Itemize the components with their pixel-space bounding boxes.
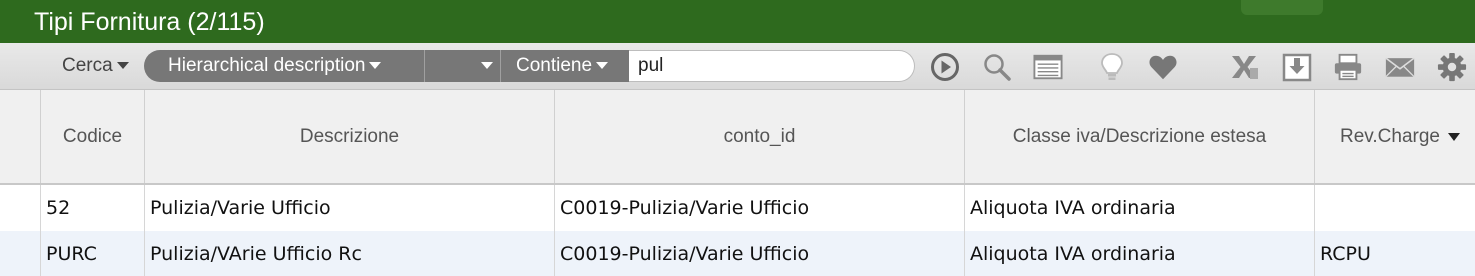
column-header-descrizione[interactable]: Descrizione <box>145 90 555 183</box>
title-bar-tab[interactable] <box>1241 0 1323 15</box>
column-header-rev-charge[interactable]: Rev.Charge <box>1315 90 1475 183</box>
header-selector[interactable] <box>0 90 41 183</box>
cell-rev-charge[interactable] <box>1315 185 1475 231</box>
search-condition-select[interactable]: Contiene <box>500 50 629 82</box>
search-operator-select[interactable] <box>424 50 500 82</box>
search-input[interactable] <box>629 50 915 82</box>
table-row[interactable]: PURC Pulizia/VArie Ufficio Rc C0019-Puli… <box>0 231 1475 276</box>
cell-classe-iva[interactable]: Aliquota IVA ordinaria <box>965 231 1315 276</box>
lightbulb-icon[interactable] <box>1097 53 1127 81</box>
search-filter-bar: Hierarchical description Contiene <box>144 50 629 82</box>
search-condition-label: Contiene <box>516 55 593 76</box>
chevron-down-icon <box>116 62 129 70</box>
cell-classe-iva[interactable]: Aliquota IVA ordinaria <box>965 185 1315 231</box>
cell-rev-charge[interactable]: RCPU <box>1315 231 1475 276</box>
table-row[interactable]: 52 Pulizia/Varie Ufficio C0019-Pulizia/V… <box>0 185 1475 231</box>
search-menu[interactable]: Cerca <box>62 54 129 78</box>
window-title: Tipi Fornitura (2/115) <box>34 8 265 36</box>
download-icon[interactable] <box>1282 53 1312 82</box>
cell-conto-id[interactable]: C0019-Pulizia/Varie Ufficio <box>555 185 965 231</box>
heart-icon[interactable] <box>1148 53 1178 81</box>
search-field-label: Hierarchical description <box>168 55 366 76</box>
list-icon[interactable] <box>1033 53 1063 81</box>
play-circle-icon[interactable] <box>930 53 960 81</box>
search-menu-label: Cerca <box>62 55 113 76</box>
excel-icon[interactable] <box>1229 53 1259 81</box>
column-header-codice[interactable]: Codice <box>41 90 145 183</box>
cell-codice[interactable]: 52 <box>41 185 145 231</box>
print-icon[interactable] <box>1333 53 1363 81</box>
column-header-conto-id[interactable]: conto_id <box>555 90 965 183</box>
search-field-select[interactable]: Hierarchical description <box>144 50 424 82</box>
grid-header: Codice Descrizione conto_id Classe iva/D… <box>0 90 1475 185</box>
chevron-down-icon <box>596 62 609 70</box>
chevron-down-icon <box>369 62 382 70</box>
cell-descrizione[interactable]: Pulizia/VArie Ufficio Rc <box>145 231 555 276</box>
gear-icon[interactable] <box>1437 52 1467 82</box>
search-toolbar: Cerca Hierarchical description Contiene <box>0 43 1475 90</box>
cell-conto-id[interactable]: C0019-Pulizia/Varie Ufficio <box>555 231 965 276</box>
chevron-down-icon <box>481 62 493 70</box>
cell-codice[interactable]: PURC <box>41 231 145 276</box>
column-header-classe-iva[interactable]: Classe iva/Descrizione estesa <box>965 90 1315 183</box>
column-header-rev-charge-label: Rev.Charge <box>1340 125 1440 147</box>
search-icon[interactable] <box>982 53 1012 81</box>
row-selector[interactable] <box>0 185 41 231</box>
row-selector[interactable] <box>0 231 41 276</box>
title-bar: Tipi Fornitura (2/115) <box>0 0 1475 43</box>
cell-descrizione[interactable]: Pulizia/Varie Ufficio <box>145 185 555 231</box>
data-grid: Codice Descrizione conto_id Classe iva/D… <box>0 90 1475 276</box>
sort-down-icon[interactable] <box>1447 132 1460 141</box>
mail-icon[interactable] <box>1385 53 1415 81</box>
